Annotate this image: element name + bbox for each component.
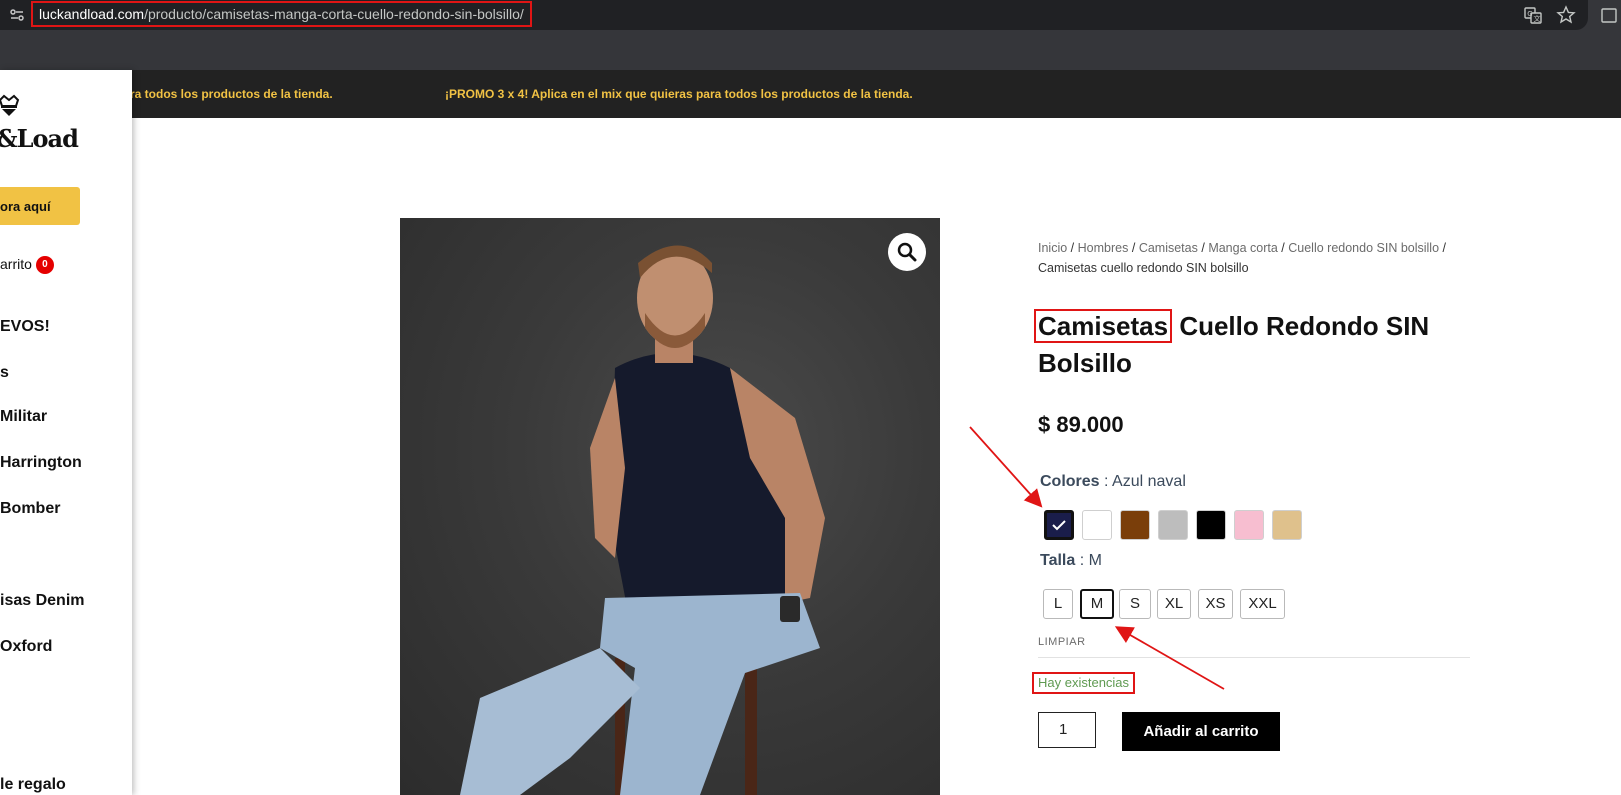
selected-size: M <box>1088 552 1102 569</box>
breadcrumb-link-cuello-redondo[interactable]: Cuello redondo SIN bolsillo <box>1288 241 1439 255</box>
size-option-xl[interactable]: XL <box>1157 589 1191 619</box>
breadcrumb-link-inicio[interactable]: Inicio <box>1038 241 1067 255</box>
breadcrumb-separator: / <box>1131 241 1136 255</box>
site-settings-icon[interactable] <box>8 6 26 24</box>
size-option-s[interactable]: S <box>1119 589 1151 619</box>
color-swatch-azul-naval[interactable] <box>1044 510 1074 540</box>
selected-color: Azul naval <box>1112 473 1186 490</box>
breadcrumb-link-manga-corta[interactable]: Manga corta <box>1208 241 1277 255</box>
breadcrumb-link-camisetas[interactable]: Camisetas <box>1139 241 1198 255</box>
translate-icon[interactable]: G文 <box>1523 5 1543 25</box>
sidebar-item[interactable]: le regalo <box>0 776 66 794</box>
sidebar-item[interactable]: s <box>0 364 9 382</box>
product-photo[interactable] <box>400 218 940 795</box>
url-domain: luckandload.com <box>39 6 145 22</box>
size-label: Talla <box>1040 552 1076 569</box>
divider <box>1038 657 1470 658</box>
bookmark-star-icon[interactable] <box>1556 5 1576 25</box>
colors-separator: : <box>1104 473 1109 490</box>
cart-link[interactable]: arrito 0 <box>0 256 54 275</box>
sidebar-item[interactable]: Harrington <box>0 454 82 472</box>
clear-selection-link[interactable]: LIMPIAR <box>1038 636 1086 648</box>
breadcrumb: Inicio / Hombres / Camisetas / Manga cor… <box>1038 238 1478 278</box>
crown-logo-icon <box>0 94 20 118</box>
colors-label: Colores <box>1040 473 1100 490</box>
promo-bar: ra todos los productos de la tienda. ¡PR… <box>0 70 1621 118</box>
size-option-xs[interactable]: XS <box>1198 589 1233 619</box>
size-label-row: Talla : M <box>1040 552 1102 570</box>
browser-chrome: luckandload.com/producto/camisetas-manga… <box>0 0 1621 70</box>
cart-count-badge: 0 <box>35 256 54 275</box>
color-swatch-negro[interactable] <box>1196 510 1226 540</box>
quantity-input[interactable]: 1 <box>1038 712 1096 748</box>
cart-label: arrito <box>0 256 32 272</box>
size-option-xxl[interactable]: XXL <box>1240 589 1285 619</box>
checkmark-icon <box>1052 520 1066 531</box>
logo-text[interactable]: &Load <box>0 124 79 153</box>
promo-text: ¡PROMO 3 x 4! Aplica en el mix que quier… <box>445 87 913 101</box>
breadcrumb-separator: / <box>1201 241 1205 255</box>
promo-text-partial: ra todos los productos de la tienda. <box>130 87 333 101</box>
breadcrumb-separator: / <box>1442 241 1446 255</box>
sidebar-item[interactable]: Militar <box>0 408 47 426</box>
color-swatch-beige[interactable] <box>1272 510 1302 540</box>
url-text[interactable]: luckandload.com/producto/camisetas-manga… <box>31 1 532 27</box>
breadcrumb-link-hombres[interactable]: Hombres <box>1078 241 1129 255</box>
sidebar-item[interactable]: Oxford <box>0 638 52 656</box>
breadcrumb-separator: / <box>1281 241 1285 255</box>
sidebar-item[interactable]: EVOS! <box>0 318 50 336</box>
stock-status: Hay existencias <box>1032 672 1136 694</box>
cta-button-label: ora aquí <box>0 199 51 214</box>
add-to-cart-button[interactable]: Añadir al carrito <box>1122 712 1280 751</box>
breadcrumb-current: Camisetas cuello redondo SIN bolsillo <box>1038 261 1249 275</box>
address-bar[interactable]: luckandload.com/producto/camisetas-manga… <box>0 0 1588 30</box>
zoom-button[interactable] <box>888 233 926 271</box>
color-swatch-blanco[interactable] <box>1082 510 1112 540</box>
extension-icon[interactable] <box>1600 5 1620 25</box>
size-separator: : <box>1079 552 1085 569</box>
sidebar-item[interactable]: Bomber <box>0 500 60 518</box>
color-swatch-cafe[interactable] <box>1120 510 1150 540</box>
product-price: $ 89.000 <box>1038 412 1124 437</box>
color-swatch-rosado[interactable] <box>1234 510 1264 540</box>
url-path: /producto/camisetas-manga-corta-cuello-r… <box>144 6 524 22</box>
svg-text:文: 文 <box>1534 14 1541 23</box>
product-title: Camisetas Cuello Redondo SIN Bolsillo <box>1034 308 1478 382</box>
sidebar-item[interactable]: isas Denim <box>0 592 84 610</box>
sidebar: &Load ora aquí arrito 0 EVOS! s Militar H… <box>0 70 132 795</box>
cta-button[interactable]: ora aquí <box>0 187 80 225</box>
size-option-l[interactable]: L <box>1043 589 1073 619</box>
breadcrumb-separator: / <box>1070 241 1075 255</box>
product-title-highlight: Camisetas <box>1034 309 1173 343</box>
colors-label-row: Colores : Azul naval <box>1040 473 1186 491</box>
size-option-m[interactable]: M <box>1080 589 1114 619</box>
magnifier-icon <box>897 242 917 262</box>
color-swatch-gris[interactable] <box>1158 510 1188 540</box>
svg-text:G: G <box>1527 10 1532 18</box>
